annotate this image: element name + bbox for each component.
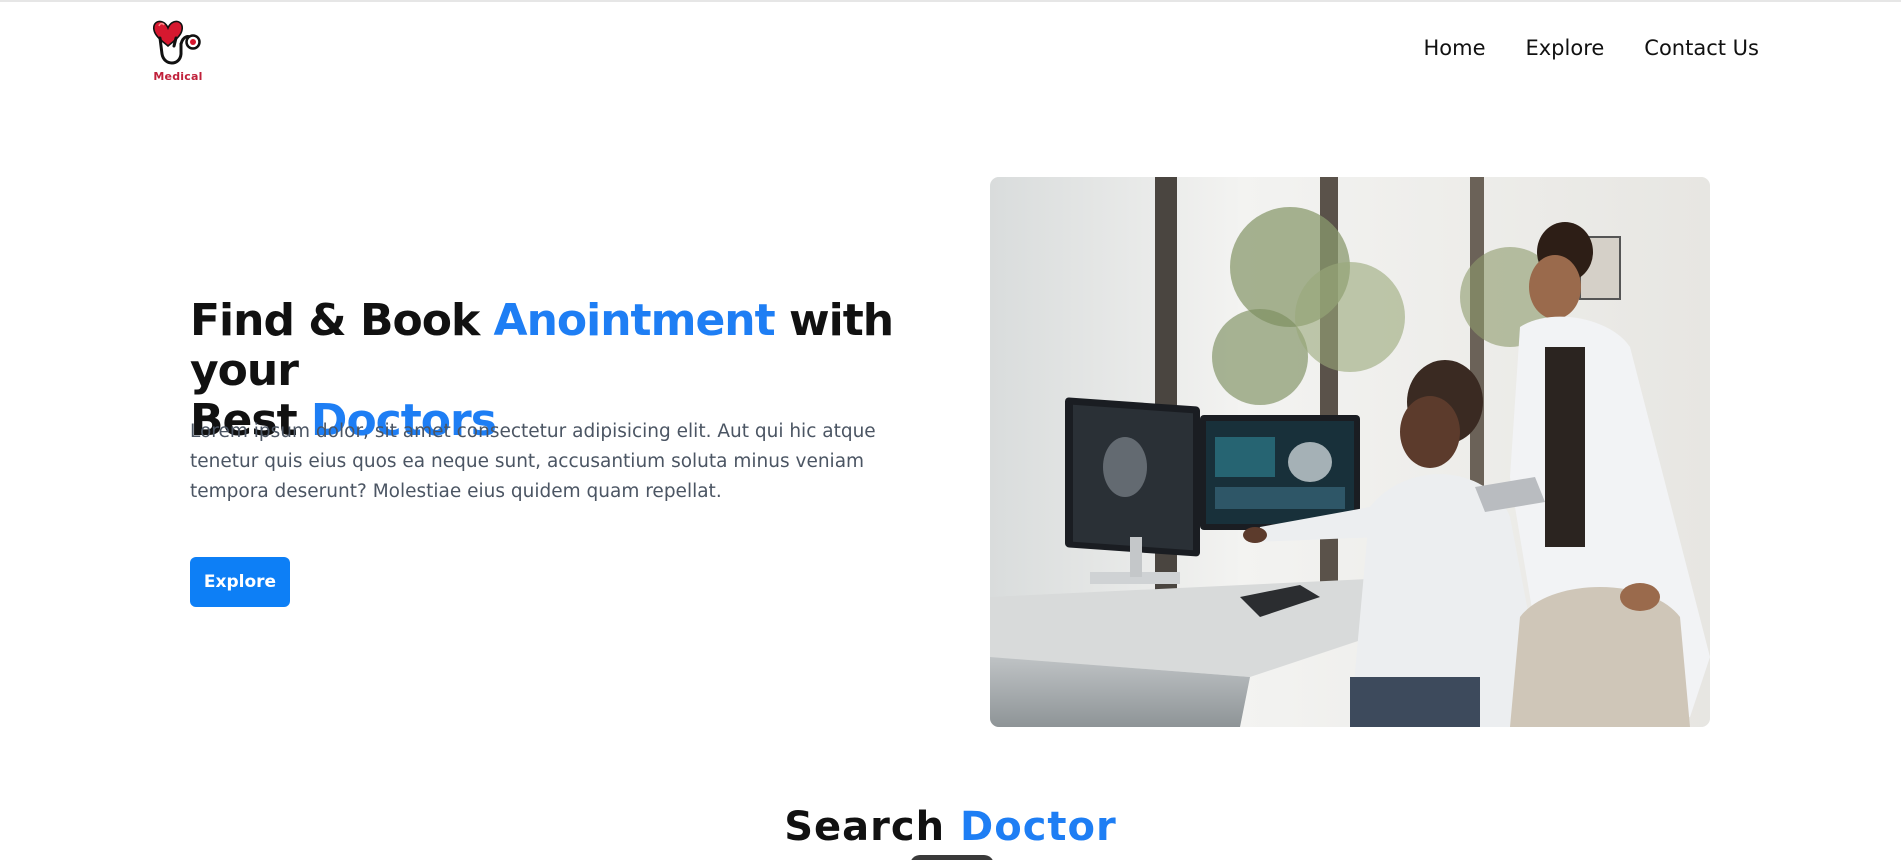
search-title-part1: Search — [784, 804, 961, 850]
search-title-accent: Doctor — [960, 804, 1117, 850]
explore-button[interactable]: Explore — [190, 557, 290, 607]
hero-title-accent1: Anointment — [493, 295, 776, 346]
hero-image-doctors — [990, 177, 1710, 727]
top-divider — [0, 0, 1901, 2]
logo-text: Medical — [153, 70, 203, 83]
hero-description: Lorem ipsum dolor, sit amet consectetur … — [190, 421, 876, 502]
main-nav: Home Explore Contact Us — [1423, 36, 1759, 60]
stethoscope-heart-icon — [153, 20, 201, 65]
search-section-title: Search Doctor — [0, 804, 1901, 850]
doctors-photo-illustration — [990, 177, 1710, 727]
nav-contact-link[interactable]: Contact Us — [1644, 36, 1759, 60]
hero-title-part1: Find & Book — [190, 295, 494, 346]
search-bar-top-edge[interactable] — [910, 855, 994, 860]
nav-home-link[interactable]: Home — [1423, 36, 1485, 60]
nav-explore-link[interactable]: Explore — [1525, 36, 1604, 60]
page: Medical Home Explore Contact Us Find & B… — [0, 0, 1901, 860]
logo[interactable]: Medical — [150, 14, 206, 86]
